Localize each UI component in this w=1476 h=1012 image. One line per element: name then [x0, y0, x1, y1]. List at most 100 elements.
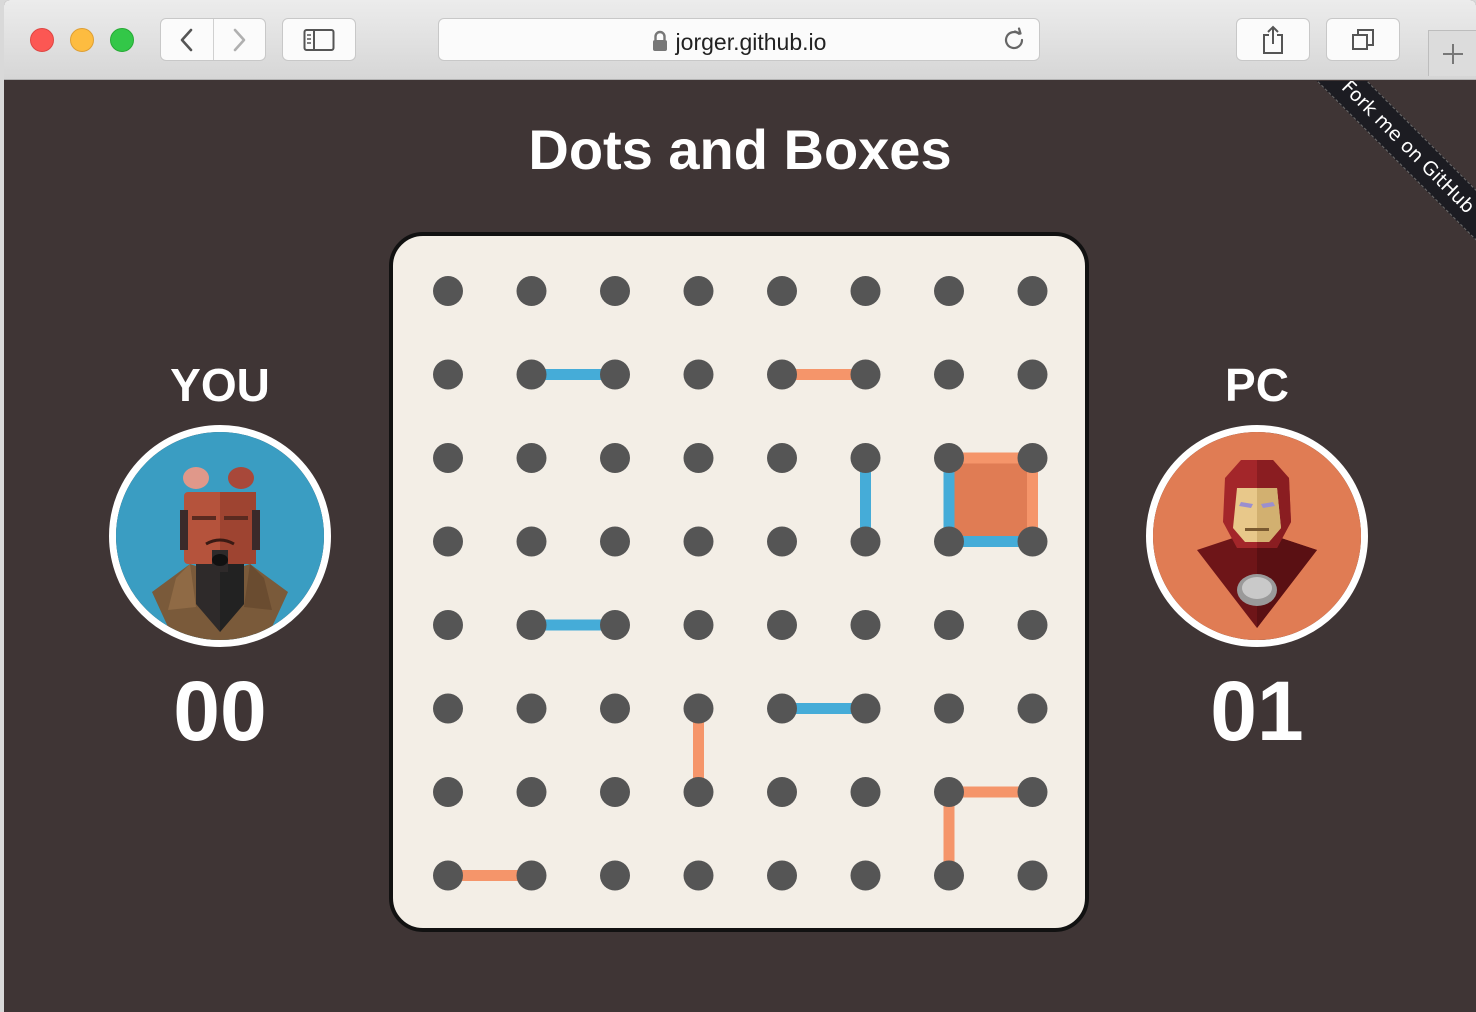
board-dot[interactable] [600, 276, 630, 306]
board-dot[interactable] [1017, 359, 1048, 390]
sidebar-button[interactable] [282, 18, 356, 61]
player-pc-panel: PC 01 [1137, 359, 1377, 753]
board-dot[interactable] [850, 777, 881, 807]
board-canvas [433, 276, 1048, 891]
board-dot[interactable] [683, 443, 714, 473]
board-dot[interactable] [516, 359, 547, 390]
board-dot[interactable] [850, 610, 881, 640]
board-dot[interactable] [934, 526, 964, 557]
board-dot[interactable] [850, 526, 881, 557]
board-dot[interactable] [767, 443, 797, 473]
board-dot[interactable] [767, 526, 797, 557]
reload-icon[interactable] [1001, 27, 1027, 53]
board-dot[interactable] [1017, 443, 1048, 473]
board-dot[interactable] [683, 276, 714, 306]
board-dot[interactable] [934, 276, 964, 306]
board-dot[interactable] [767, 860, 797, 891]
board-dot[interactable] [1017, 610, 1048, 640]
board-dot[interactable] [600, 359, 630, 390]
board-dot[interactable] [516, 443, 547, 473]
board-dot[interactable] [600, 443, 630, 473]
tabs-icon [1352, 28, 1374, 50]
board-dot[interactable] [1017, 276, 1048, 306]
board-dot[interactable] [600, 860, 630, 891]
url-text: jorger.github.io [675, 29, 827, 55]
board-dot[interactable] [850, 860, 881, 891]
board-dot[interactable] [516, 777, 547, 807]
board-dot[interactable] [683, 693, 714, 724]
board-dot[interactable] [433, 359, 463, 390]
game-board [389, 232, 1089, 932]
board-dot[interactable] [516, 860, 547, 891]
tabs-overview-button[interactable] [1326, 18, 1400, 61]
captured-box-pc [949, 458, 1033, 542]
board-dot[interactable] [934, 777, 964, 807]
board-dot[interactable] [433, 610, 463, 640]
board-dot[interactable] [683, 860, 714, 891]
board-dot[interactable] [850, 359, 881, 390]
sidebar-icon [303, 28, 335, 51]
chevron-right-icon [233, 28, 246, 51]
board-dot[interactable] [683, 777, 714, 807]
board-dot[interactable] [683, 526, 714, 557]
board-dot[interactable] [516, 526, 547, 557]
share-icon [1263, 25, 1283, 54]
board-dot[interactable] [433, 693, 463, 724]
board-dot[interactable] [850, 443, 881, 473]
lock-icon [652, 30, 667, 51]
board-dot[interactable] [1017, 693, 1048, 724]
player-you-score: 00 [173, 664, 267, 758]
board-dot[interactable] [767, 276, 797, 306]
new-tab-button[interactable] [1428, 30, 1476, 76]
board-dot[interactable] [767, 777, 797, 807]
board-dot[interactable] [850, 693, 881, 724]
board-dot[interactable] [1017, 526, 1048, 557]
board-dot[interactable] [600, 526, 630, 557]
board-dot[interactable] [1017, 777, 1048, 807]
browser-toolbar: jorger.github.io [4, 0, 1476, 80]
player-you-panel: YOU 00 [100, 359, 340, 753]
game-page: Dots and Boxes Fork me on GitHub YOU 00 … [4, 81, 1476, 1012]
ironman-avatar-icon [1153, 432, 1361, 640]
player-you-avatar [109, 425, 331, 647]
board-dot[interactable] [934, 359, 964, 390]
player-pc-avatar [1146, 425, 1368, 647]
board-dot[interactable] [433, 777, 463, 807]
browser-window: jorger.github.io Dots and Boxes Fork me … [4, 0, 1476, 1012]
chevron-left-icon [180, 28, 193, 51]
address-bar[interactable]: jorger.github.io [438, 18, 1040, 61]
minimize-window-button[interactable] [70, 28, 94, 52]
board-dot[interactable] [516, 276, 547, 306]
forward-button[interactable] [212, 19, 266, 60]
board-dot[interactable] [600, 610, 630, 640]
close-window-button[interactable] [30, 28, 54, 52]
board-dot[interactable] [683, 359, 714, 390]
board-dot[interactable] [1017, 860, 1048, 891]
board-dot[interactable] [433, 443, 463, 473]
board-dot[interactable] [433, 860, 463, 891]
board-dot[interactable] [767, 359, 797, 390]
board-dot[interactable] [934, 443, 964, 473]
board-dot[interactable] [600, 777, 630, 807]
zoom-window-button[interactable] [110, 28, 134, 52]
board-dot[interactable] [433, 526, 463, 557]
board-dot[interactable] [850, 276, 881, 306]
plus-icon [1442, 43, 1463, 64]
share-button[interactable] [1236, 18, 1310, 61]
board-dot[interactable] [767, 610, 797, 640]
back-button[interactable] [161, 19, 213, 60]
board-dot[interactable] [934, 860, 964, 891]
board-dot[interactable] [600, 693, 630, 724]
board-dot[interactable] [934, 693, 964, 724]
board-dot[interactable] [433, 276, 463, 306]
page-title: Dots and Boxes [528, 118, 952, 181]
nav-buttons [160, 18, 266, 61]
player-pc-label: PC [1225, 359, 1289, 411]
board-dot[interactable] [934, 610, 964, 640]
board-dot[interactable] [516, 610, 547, 640]
board-dot[interactable] [767, 693, 797, 724]
board-dot[interactable] [683, 610, 714, 640]
player-pc-score: 01 [1210, 664, 1304, 758]
hellboy-avatar-icon [116, 432, 324, 640]
board-dot[interactable] [516, 693, 547, 724]
